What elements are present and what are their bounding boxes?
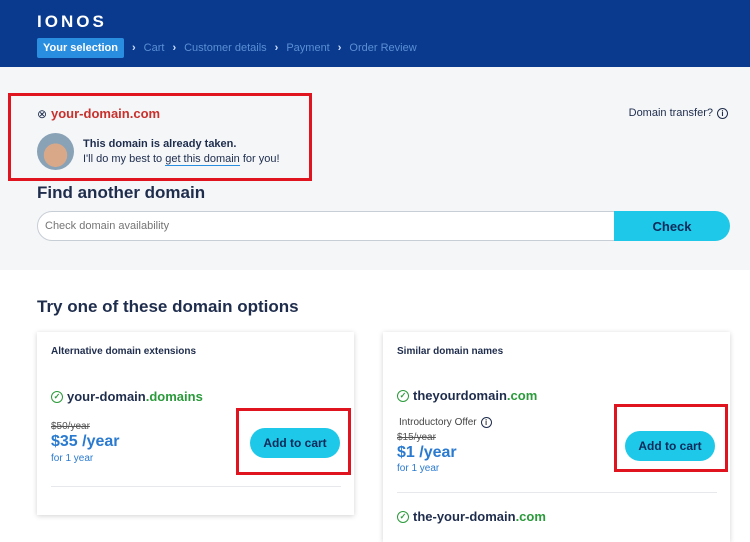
step-order-review: Order Review [349, 42, 417, 54]
highlight-box [614, 404, 728, 472]
step-customer-details: Customer details [184, 42, 267, 54]
old-price: $50/year [51, 421, 90, 432]
check-circle-icon: ✓ [397, 389, 409, 402]
card-title: Similar domain names [397, 346, 504, 357]
term: for 1 year [51, 453, 94, 464]
domain-name: your-domain [67, 389, 146, 404]
domain-option: ✓ your-domain .domains [51, 389, 203, 404]
check-button[interactable]: Check [614, 211, 730, 241]
domain-transfer-link[interactable]: Domain transfer? i [629, 107, 728, 119]
transfer-label: Domain transfer? [628, 107, 713, 119]
step-your-selection[interactable]: Your selection [37, 38, 124, 58]
checkout-steps: Your selection › Cart › Customer details… [37, 38, 417, 58]
chevron-right-icon: › [172, 42, 177, 54]
divider [397, 492, 717, 493]
info-icon[interactable]: i [480, 417, 492, 428]
domain-search-input[interactable] [37, 211, 615, 241]
highlight-box [236, 408, 351, 475]
term: for 1 year [397, 463, 440, 474]
domain-name: the-your-domain [413, 509, 516, 524]
price: $1 /year [397, 444, 457, 461]
domain-option: ✓ theyourdomain .com [397, 388, 537, 403]
intro-offer: Introductory Offer i [399, 417, 492, 428]
domain-name: theyourdomain [413, 388, 507, 403]
check-circle-icon: ✓ [397, 510, 409, 523]
card-title: Alternative domain extensions [51, 346, 197, 357]
header: IONOS Your selection › Cart › Customer d… [0, 0, 750, 67]
chevron-right-icon: › [274, 42, 279, 54]
chevron-right-icon: › [337, 42, 342, 54]
step-payment: Payment [286, 42, 330, 54]
domain-tld: .domains [145, 389, 203, 404]
old-price: $15/year [397, 432, 436, 443]
domain-option: ✓ the-your-domain .com [397, 509, 546, 524]
ionos-logo[interactable]: IONOS [37, 12, 107, 32]
find-domain-title: Find another domain [37, 183, 206, 202]
domain-tld: .com [506, 388, 538, 403]
check-circle-icon: ✓ [51, 390, 63, 403]
divider [51, 486, 341, 487]
options-title: Try one of these domain options [37, 297, 299, 316]
info-icon[interactable]: i [717, 107, 728, 119]
price: $35 /year [51, 433, 120, 450]
intro-label: Introductory Offer [399, 417, 477, 428]
step-cart: Cart [143, 42, 165, 54]
highlight-box [8, 93, 312, 181]
domain-tld: .com [515, 509, 546, 524]
chevron-right-icon: › [131, 42, 136, 54]
